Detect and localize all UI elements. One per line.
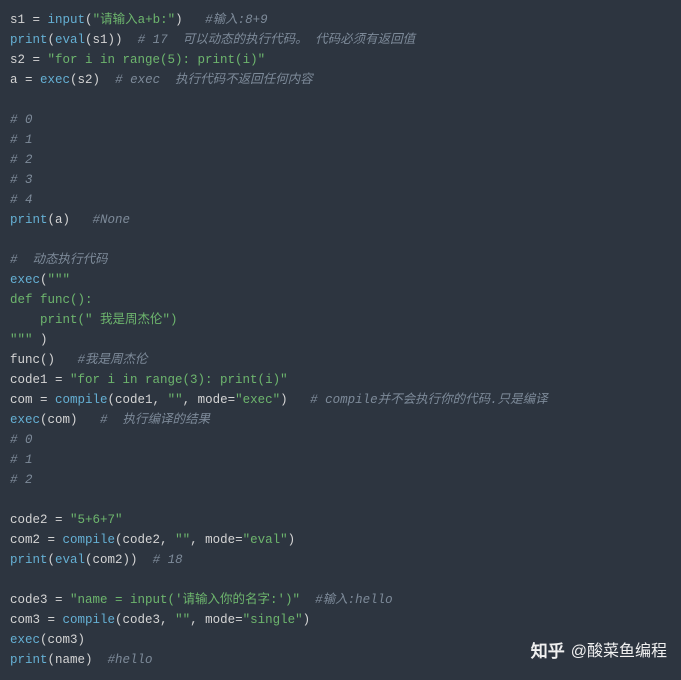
code-line: s2 = "for i in range(5): print(i)" [10,50,671,70]
code-block: s1 = input("请输入a+b:") #输入:8+9print(eval(… [10,10,671,670]
code-line: s1 = input("请输入a+b:") #输入:8+9 [10,10,671,30]
code-line: # 1 [10,450,671,470]
code-line: code3 = "name = input('请输入你的名字:')" #输入:h… [10,590,671,610]
code-line: # 3 [10,170,671,190]
code-line: # 2 [10,150,671,170]
code-line: print(eval(s1)) # 17 可以动态的执行代码。 代码必须有返回值 [10,30,671,50]
code-line: func() #我是周杰伦 [10,350,671,370]
code-line: print(a) #None [10,210,671,230]
zhihu-logo: 知乎 [531,642,565,662]
code-line: com = compile(code1, "", mode="exec") # … [10,390,671,410]
code-line: # 1 [10,130,671,150]
watermark-text: @酸菜鱼编程 [571,642,667,662]
code-line [10,90,671,110]
code-line: com3 = compile(code3, "", mode="single") [10,610,671,630]
code-line: com2 = compile(code2, "", mode="eval") [10,530,671,550]
code-line: # 2 [10,470,671,490]
code-line: code2 = "5+6+7" [10,510,671,530]
code-line: # 0 [10,430,671,450]
code-line [10,230,671,250]
code-line: print(eval(com2)) # 18 [10,550,671,570]
code-line [10,570,671,590]
code-line: # 动态执行代码 [10,250,671,270]
code-line [10,490,671,510]
code-line: print(" 我是周杰伦") [10,310,671,330]
watermark: 知乎 @酸菜鱼编程 [531,642,667,662]
code-line: code1 = "for i in range(3): print(i)" [10,370,671,390]
code-line: a = exec(s2) # exec 执行代码不返回任何内容 [10,70,671,90]
code-line: # 4 [10,190,671,210]
code-line: """ ) [10,330,671,350]
code-line: def func(): [10,290,671,310]
code-line: exec(com) # 执行编译的结果 [10,410,671,430]
code-line: # 0 [10,110,671,130]
code-line: exec(""" [10,270,671,290]
